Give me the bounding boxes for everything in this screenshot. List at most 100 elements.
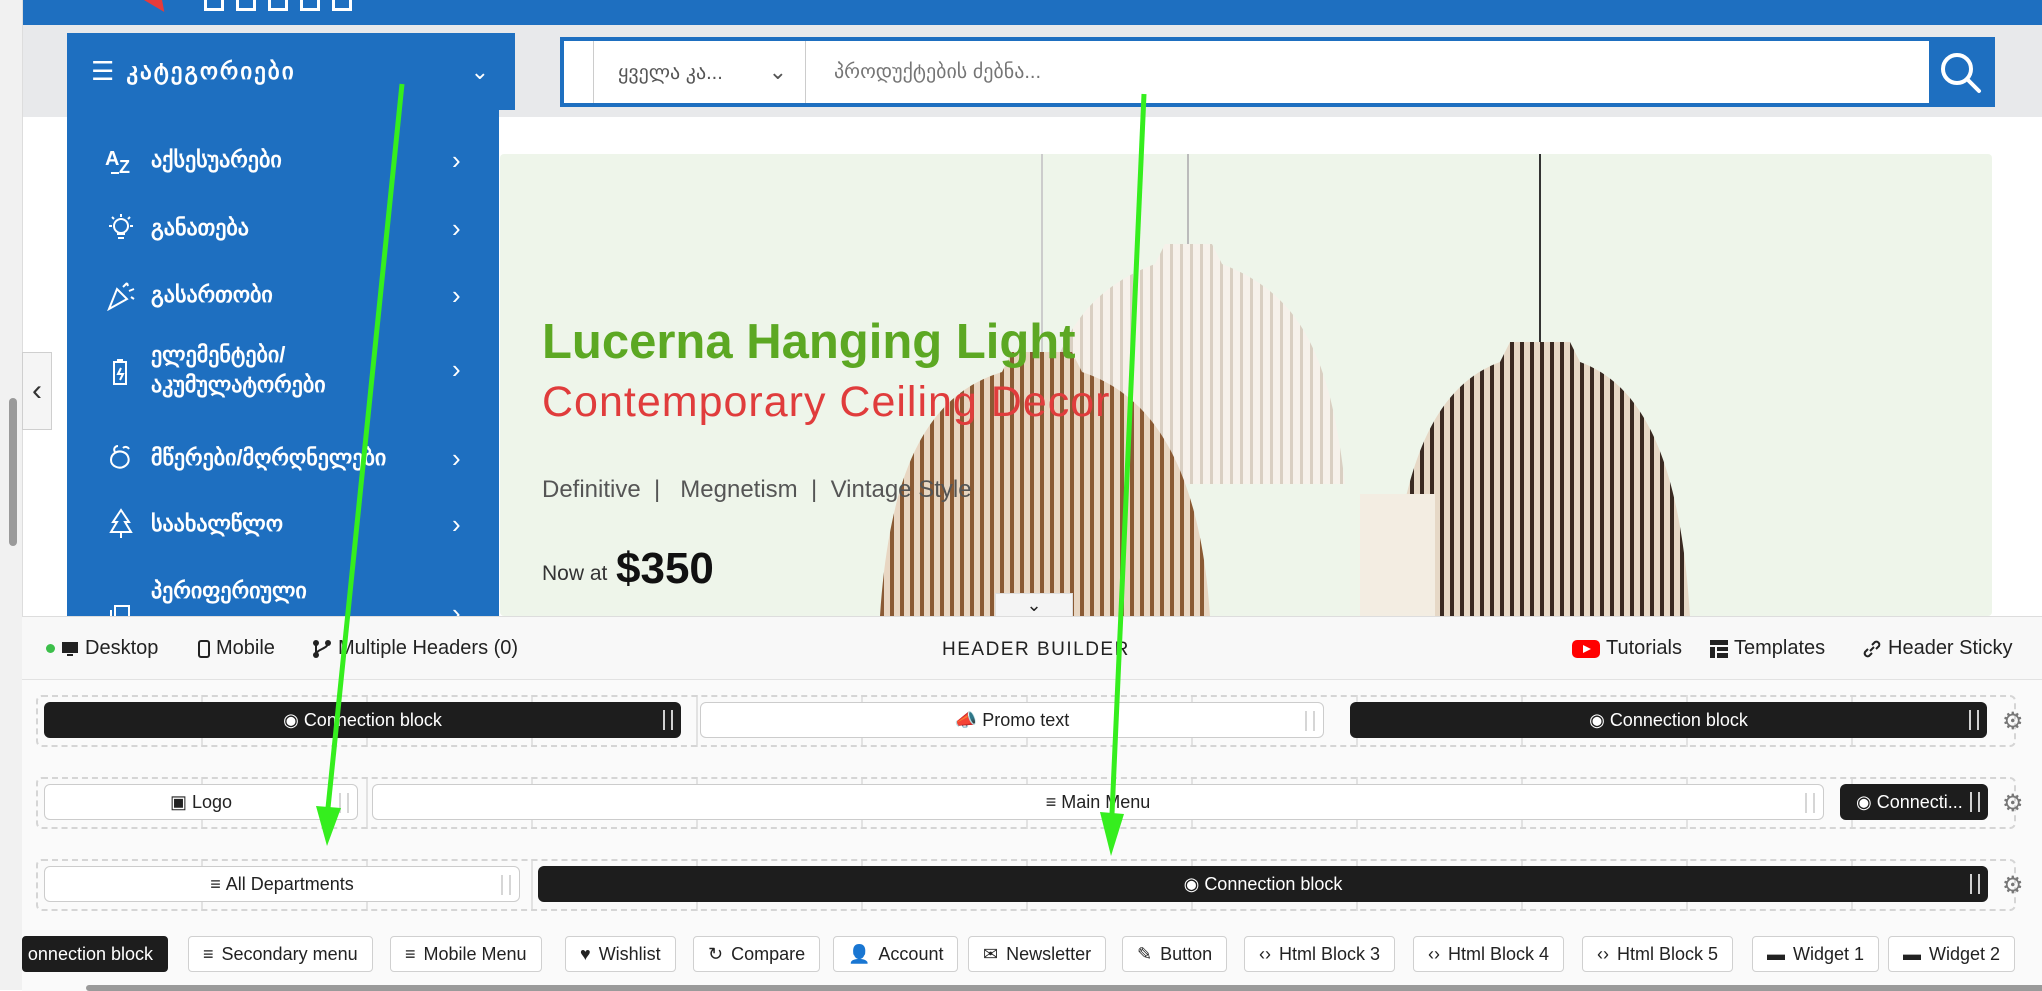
mail-icon: ✉ <box>983 943 999 964</box>
youtube-icon <box>1572 639 1600 658</box>
multiple-headers-label: Multiple Headers (0) <box>338 637 519 659</box>
element-chip-wishlist[interactable]: ♥ Wishlist <box>565 936 676 972</box>
chevron-down-icon: ⌄ <box>470 58 489 84</box>
drag-handle[interactable] <box>1970 874 1980 894</box>
battery-icon <box>103 354 139 390</box>
desktop-tab[interactable]: Desktop <box>46 637 158 660</box>
chip-label: Account <box>878 943 944 964</box>
promo-text-block[interactable]: 📣 Promo text <box>700 702 1324 738</box>
chip-label: Html Block 3 <box>1279 943 1381 964</box>
available-elements-list: onnection block ≡ Secondary menu ≡ Mobile … <box>22 933 2042 977</box>
chevron-right-icon: › <box>452 598 461 616</box>
chevron-right-icon: › <box>452 144 461 175</box>
hero-features: Definitive | Megnetism | Vintage Style <box>542 476 972 503</box>
hero-banner: Lucerna Hanging Light Contemporary Ceili… <box>500 154 1992 616</box>
categories-toggle[interactable]: ☰ კატეგორიები ⌄ <box>67 33 515 110</box>
gear-icon[interactable]: ⚙ <box>2002 707 2024 736</box>
connection-block-button[interactable]: ◉ Connection block <box>44 702 681 738</box>
menu-icon: ≡ <box>405 943 416 964</box>
eye-icon: ◉ <box>1183 873 1205 894</box>
chip-label: Widget 1 <box>1793 943 1865 964</box>
gear-icon[interactable]: ⚙ <box>2002 789 2024 818</box>
menu-icon: ≡ <box>210 873 226 894</box>
drag-handle[interactable] <box>339 793 349 813</box>
templates-link[interactable]: Templates <box>1710 637 1825 660</box>
eye-icon: ◉ <box>1856 791 1877 812</box>
collapse-builder-button[interactable]: ⌄ <box>995 593 1073 617</box>
drag-handle[interactable] <box>1970 792 1980 812</box>
eye-icon: ◉ <box>1589 709 1610 730</box>
hero-price: $350 <box>616 544 714 593</box>
folder-icon: ▬ <box>1767 943 1785 964</box>
logo-block[interactable]: ▣ Logo <box>44 784 358 820</box>
brush-icon: ✎ <box>1137 943 1153 964</box>
desktop-label: Desktop <box>85 637 159 659</box>
category-item-batteries[interactable]: ელემენტები/ აკუმულატორები › <box>67 340 499 404</box>
block-label: Main Menu <box>1061 791 1151 812</box>
code-icon: ‹› <box>1259 943 1271 964</box>
category-item-new-year[interactable]: საახალწლო › <box>67 506 499 542</box>
category-select[interactable]: ყველა კა... ⌄ <box>593 41 806 103</box>
category-item-pests[interactable]: მწერები/მღრღნელები › <box>67 440 499 476</box>
category-label: აქსესუარები <box>151 147 282 172</box>
drag-handle[interactable] <box>663 710 673 730</box>
category-item-accessories[interactable]: AZ აქსესუარები › <box>67 142 499 178</box>
connection-block-button[interactable]: ◉ Connecti... <box>1840 784 1988 820</box>
drag-handle[interactable] <box>1305 711 1315 731</box>
element-chip-mobile-menu[interactable]: ≡ Mobile Menu <box>390 936 542 972</box>
code-icon: ‹› <box>1428 943 1440 964</box>
chip-label: onnection block <box>27 943 153 964</box>
horizontal-scrollbar[interactable] <box>86 985 2042 991</box>
search-bar: ყველა კა... ⌄ <box>560 37 1995 107</box>
bug-icon <box>103 440 139 476</box>
search-button[interactable] <box>1925 37 1995 107</box>
hero-title: Lucerna Hanging Light <box>542 315 1076 369</box>
categories-menu: AZ აქსესუარები › განათება › გასართობი › … <box>67 110 499 616</box>
tutorials-link[interactable]: Tutorials <box>1572 637 1682 660</box>
desktop-icon <box>62 641 78 656</box>
element-chip-html-block-4[interactable]: ‹› Html Block 4 <box>1413 936 1565 972</box>
bulb-icon <box>103 210 139 246</box>
builder-row-top: ◉ Connection block 📣 Promo text ◉ Connec… <box>36 695 2016 747</box>
connection-block-button[interactable]: ◉ Connection block <box>538 866 1988 902</box>
element-chip-widget-1[interactable]: ▬ Widget 1 <box>1752 936 1880 972</box>
main-menu-block[interactable]: ≡ Main Menu <box>372 784 1824 820</box>
gear-icon[interactable]: ⚙ <box>2002 871 2024 900</box>
element-chip-html-block-3[interactable]: ‹› Html Block 3 <box>1244 936 1396 972</box>
multiple-headers-tab[interactable]: Multiple Headers (0) <box>312 637 518 660</box>
header-sticky-link[interactable]: Header Sticky <box>1862 637 2013 660</box>
category-item-peripherals[interactable]: პერიფერიული › <box>67 576 499 616</box>
element-chip-widget-2[interactable]: ▬ Widget 2 <box>1888 936 2016 972</box>
category-item-lighting[interactable]: განათება › <box>67 210 499 246</box>
category-item-entertainment[interactable]: გასართობი › <box>67 277 499 313</box>
mobile-tab[interactable]: Mobile <box>198 637 275 660</box>
chevron-right-icon: › <box>452 442 461 473</box>
chip-label: Secondary menu <box>221 943 358 964</box>
element-chip-connection-block[interactable]: onnection block <box>22 936 168 972</box>
search-icon <box>1941 53 1981 93</box>
element-chip-secondary-menu[interactable]: ≡ Secondary menu <box>188 936 373 972</box>
element-chip-html-block-5[interactable]: ‹› Html Block 5 <box>1582 936 1734 972</box>
element-chip-account[interactable]: 👤 Account <box>833 936 959 972</box>
az-icon: AZ <box>103 142 139 178</box>
drag-handle[interactable] <box>1805 793 1815 813</box>
search-input[interactable] <box>822 41 1929 103</box>
slider-prev-button[interactable]: ‹ <box>22 352 52 430</box>
element-chip-button[interactable]: ✎ Button <box>1122 936 1228 972</box>
category-label: განათება <box>151 215 249 240</box>
chip-label: Html Block 5 <box>1617 943 1719 964</box>
element-chip-newsletter[interactable]: ✉ Newsletter <box>968 936 1107 972</box>
all-departments-block[interactable]: ≡ All Departments <box>44 866 520 902</box>
block-label: Connection block <box>1204 873 1343 894</box>
drag-handle[interactable] <box>501 875 511 895</box>
image-icon: ▣ <box>169 791 192 812</box>
heart-icon: ♥ <box>580 943 591 964</box>
folder-icon: ▬ <box>1903 943 1921 964</box>
element-chip-compare[interactable]: ↻ Compare <box>693 936 821 972</box>
tree-icon <box>103 506 139 542</box>
block-label: Connection block <box>303 709 442 730</box>
logo-letters <box>204 0 352 11</box>
drag-handle[interactable] <box>1969 710 1979 730</box>
vertical-scrollbar[interactable] <box>9 398 17 546</box>
connection-block-button[interactable]: ◉ Connection block <box>1350 702 1987 738</box>
